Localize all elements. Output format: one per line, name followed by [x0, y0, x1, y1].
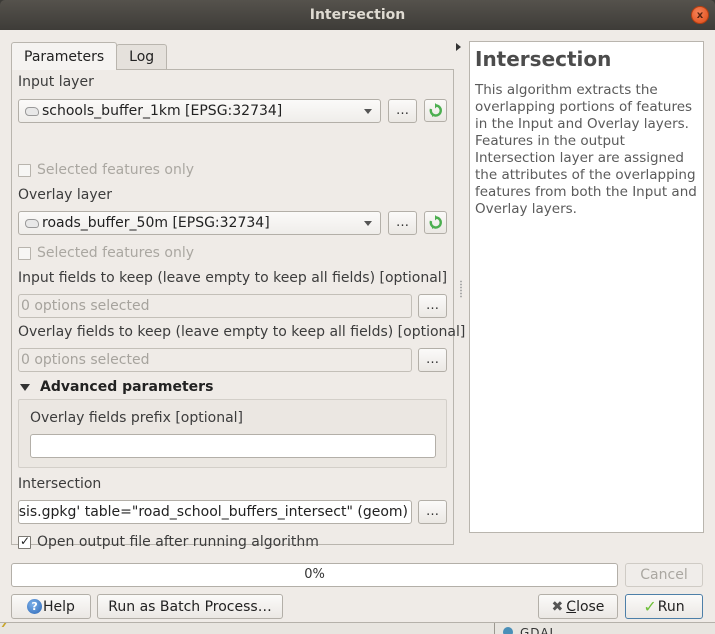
run-batch-button[interactable]: Run as Batch Process… [97, 594, 283, 619]
input-selected-only-checkbox[interactable]: Selected features only [18, 162, 194, 178]
help-button[interactable]: ? Help [11, 594, 91, 619]
reload-icon [429, 215, 442, 229]
progress-bar: 0% [11, 563, 618, 587]
output-browse-button[interactable]: … [418, 500, 447, 524]
input-fields-browse-button[interactable]: … [418, 294, 447, 318]
advanced-parameters-label: Advanced parameters [40, 379, 214, 395]
overlay-selected-only-label: Selected features only [37, 245, 195, 261]
window-title: Intersection [309, 7, 406, 23]
gdal-provider-icon [503, 627, 513, 634]
close-icon: x [696, 10, 704, 21]
input-selected-only-label: Selected features only [37, 162, 195, 178]
advanced-parameters-group: Overlay fields prefix [optional] [18, 399, 447, 468]
reload-icon [429, 103, 442, 117]
overlay-fields-value: 0 options selected [21, 352, 150, 368]
output-destination-field[interactable]: lysis.gpkg' table="road_school_buffers_i… [18, 500, 412, 524]
background-window-strip: GDAL [0, 622, 715, 634]
progress-label: 0% [304, 567, 325, 582]
checkbox-box [18, 163, 31, 177]
overlay-fields-label: Overlay fields to keep (leave empty to k… [18, 324, 466, 340]
ellipsis-label: … [426, 504, 439, 519]
tab-parameters-label: Parameters [24, 48, 105, 65]
polygon-layer-icon [25, 218, 39, 228]
ellipsis-label: … [426, 298, 439, 313]
open-output-checkbox[interactable]: Open output file after running algorithm [18, 534, 319, 550]
ellipsis-label: … [396, 215, 409, 230]
input-layer-value: schools_buffer_1km [EPSG:32734] [42, 103, 283, 119]
parameters-panel: Input layer schools_buffer_1km [EPSG:327… [11, 69, 465, 550]
help-icon: ? [27, 599, 43, 614]
input-fields-select[interactable]: 0 options selected [18, 294, 412, 318]
ellipsis-label: … [426, 352, 439, 367]
tab-bar: Parameters Log [11, 42, 168, 70]
run-label: Run [657, 598, 685, 615]
input-fields-label: Input fields to keep (leave empty to kee… [18, 270, 448, 286]
chevron-down-icon [364, 221, 372, 226]
tab-parameters[interactable]: Parameters [11, 42, 118, 70]
polygon-layer-icon [25, 106, 39, 116]
input-layer-iterate-button[interactable] [424, 99, 447, 122]
ellipsis-label: … [396, 103, 409, 118]
checkbox-box [18, 246, 31, 260]
overlay-layer-value: roads_buffer_50m [EPSG:32734] [42, 215, 270, 231]
input-layer-combo[interactable]: schools_buffer_1km [EPSG:32734] [18, 99, 381, 123]
input-layer-browse-button[interactable]: … [388, 99, 417, 123]
background-divider [494, 623, 495, 634]
run-button[interactable]: ✓ Run [625, 594, 703, 619]
run-batch-label: Run as Batch Process… [108, 598, 272, 615]
checkmark-icon: ✓ [643, 597, 657, 616]
overlay-prefix-input[interactable] [30, 434, 436, 458]
help-title: Intersection [475, 47, 612, 71]
help-label: Help [43, 598, 75, 615]
overlay-selected-only-checkbox[interactable]: Selected features only [18, 245, 194, 261]
overlay-fields-select[interactable]: 0 options selected [18, 348, 412, 372]
overlay-layer-combo[interactable]: roads_buffer_50m [EPSG:32734] [18, 211, 381, 235]
chevron-down-icon [364, 109, 372, 114]
overlay-fields-browse-button[interactable]: … [418, 348, 447, 372]
cancel-label: Cancel [640, 567, 688, 583]
overlay-layer-label: Overlay layer [18, 187, 113, 203]
overlay-layer-browse-button[interactable]: … [388, 211, 417, 235]
help-panel: Intersection This algorithm extracts the… [469, 41, 704, 533]
help-body: This algorithm extracts the overlapping … [475, 82, 697, 217]
collapse-help-arrow-icon[interactable] [456, 43, 461, 51]
intersection-dialog: Parameters Log Input layer schools_buffe… [0, 30, 715, 622]
overlay-layer-iterate-button[interactable] [424, 211, 447, 234]
advanced-parameters-toggle[interactable]: Advanced parameters [18, 379, 213, 395]
close-x-icon: ✖ [551, 598, 564, 615]
tab-log-label: Log [129, 49, 155, 65]
output-destination-value: lysis.gpkg' table="road_school_buffers_i… [18, 504, 408, 520]
input-layer-label: Input layer [18, 74, 94, 90]
window-close-button[interactable]: x [691, 6, 709, 24]
output-label: Intersection [18, 476, 102, 492]
overlay-prefix-label: Overlay fields prefix [optional] [30, 410, 243, 426]
splitter-handle[interactable] [460, 280, 462, 298]
title-bar: Intersection x [0, 0, 715, 30]
checkbox-checked-icon [18, 534, 31, 549]
open-output-label: Open output file after running algorithm [37, 534, 319, 550]
close-mnemonic: C [566, 598, 577, 615]
close-button[interactable]: ✖ Close [538, 594, 618, 619]
background-window-edge [1, 623, 11, 627]
triangle-down-icon [20, 383, 30, 391]
gdal-provider-label: GDAL [520, 626, 558, 634]
input-fields-value: 0 options selected [21, 298, 150, 314]
cancel-button[interactable]: Cancel [625, 563, 703, 587]
close-label: lose [576, 598, 605, 615]
tab-log[interactable]: Log [116, 44, 168, 69]
